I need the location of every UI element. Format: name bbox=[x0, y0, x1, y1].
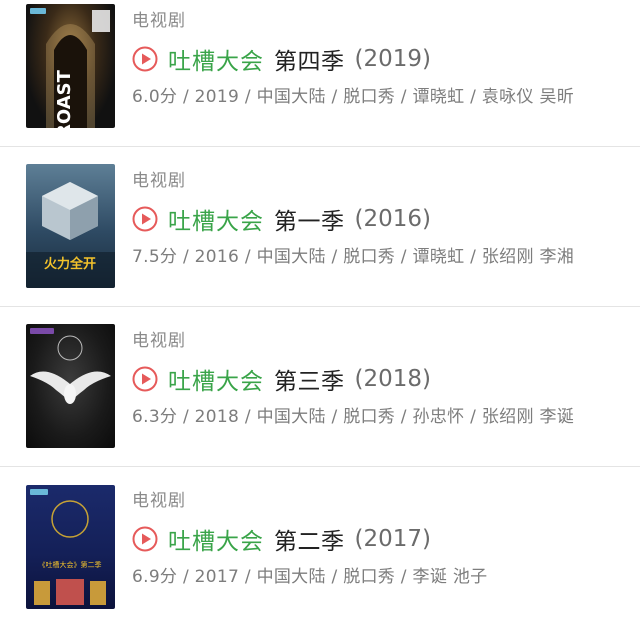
play-icon[interactable] bbox=[132, 526, 158, 552]
divider bbox=[0, 306, 640, 307]
poster-dove-image[interactable] bbox=[26, 324, 115, 448]
meta-info: 7.5分 / 2016 / 中国大陆 / 脱口秀 / 谭晓虹 / 张绍刚 李湘 bbox=[132, 247, 575, 267]
divider bbox=[0, 466, 640, 467]
play-icon[interactable] bbox=[132, 206, 158, 232]
title-row[interactable]: 吐槽大会 第四季 (2019) bbox=[132, 42, 431, 76]
category-label: 电视剧 bbox=[132, 11, 186, 31]
divider bbox=[0, 146, 640, 147]
search-result-list: ROAST 电视剧 吐槽大会 第四季 (2019) 6.0分 / 2019 / … bbox=[0, 0, 640, 621]
poster-roast-image[interactable]: ROAST bbox=[26, 4, 115, 128]
title-season: 第三季 bbox=[274, 369, 345, 395]
title-season: 第四季 bbox=[274, 49, 345, 75]
poster-cube-image[interactable]: 火力全开 bbox=[26, 164, 115, 288]
category-label: 电视剧 bbox=[132, 171, 186, 191]
result-item[interactable]: 电视剧 吐槽大会 第三季 (2018) 6.3分 / 2018 / 中国大陆 /… bbox=[0, 320, 640, 480]
category-label: 电视剧 bbox=[132, 331, 186, 351]
meta-info: 6.9分 / 2017 / 中国大陆 / 脱口秀 / 李诞 池子 bbox=[132, 567, 488, 587]
meta-info: 6.3分 / 2018 / 中国大陆 / 脱口秀 / 孙忠怀 / 张绍刚 李诞 bbox=[132, 407, 575, 427]
result-item[interactable]: 火力全开 电视剧 吐槽大会 第一季 (2016) 7.5分 / 2016 / 中… bbox=[0, 160, 640, 320]
title-link[interactable]: 吐槽大会 bbox=[168, 522, 264, 556]
title-link[interactable]: 吐槽大会 bbox=[168, 362, 264, 396]
title-row[interactable]: 吐槽大会 第二季 (2017) bbox=[132, 522, 431, 556]
title-link[interactable]: 吐槽大会 bbox=[168, 202, 264, 236]
title-row[interactable]: 吐槽大会 第三季 (2018) bbox=[132, 362, 431, 396]
title-link[interactable]: 吐槽大会 bbox=[168, 42, 264, 76]
poster-stage-image[interactable]: 《吐槽大会》第二季 bbox=[26, 485, 115, 609]
title-season: 第一季 bbox=[274, 209, 345, 235]
play-icon[interactable] bbox=[132, 366, 158, 392]
poster-text: 火力全开 bbox=[44, 256, 96, 272]
play-icon[interactable] bbox=[132, 46, 158, 72]
title-year: (2017) bbox=[354, 526, 431, 552]
title-year: (2016) bbox=[354, 206, 431, 232]
svg-text:ROAST: ROAST bbox=[54, 69, 75, 128]
result-item[interactable]: 《吐槽大会》第二季 电视剧 吐槽大会 第二季 (2017) 6.9分 / 201… bbox=[0, 480, 640, 640]
result-item[interactable]: ROAST 电视剧 吐槽大会 第四季 (2019) 6.0分 / 2019 / … bbox=[0, 0, 640, 160]
title-year: (2019) bbox=[354, 46, 431, 72]
title-season: 第二季 bbox=[274, 529, 345, 555]
category-label: 电视剧 bbox=[132, 491, 186, 511]
title-row[interactable]: 吐槽大会 第一季 (2016) bbox=[132, 202, 431, 236]
poster-text: 《吐槽大会》第二季 bbox=[39, 560, 102, 569]
title-year: (2018) bbox=[354, 366, 431, 392]
meta-info: 6.0分 / 2019 / 中国大陆 / 脱口秀 / 谭晓虹 / 袁咏仪 吴昕 bbox=[132, 87, 575, 107]
